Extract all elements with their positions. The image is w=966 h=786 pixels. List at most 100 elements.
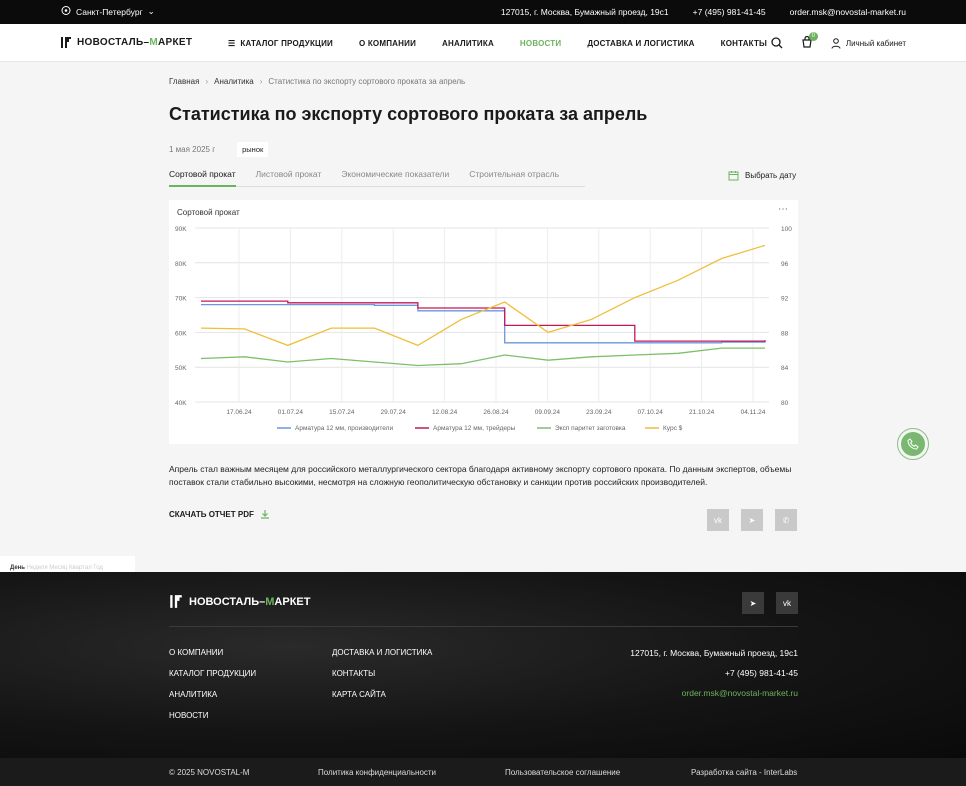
download-pdf-label: СКАЧАТЬ ОТЧЕТ PDF bbox=[169, 509, 254, 519]
callback-button[interactable] bbox=[897, 428, 929, 460]
download-pdf-link[interactable]: СКАЧАТЬ ОТЧЕТ PDF bbox=[169, 509, 270, 519]
city-selector[interactable]: Санкт-Петербург ⌄ bbox=[61, 6, 155, 17]
x-tick-label: 17.06.24 bbox=[226, 409, 252, 416]
article-description: Апрель стал важным месяцем для российско… bbox=[169, 464, 792, 487]
y-right-tick-label: 88 bbox=[781, 330, 789, 337]
location-pin-icon bbox=[61, 6, 71, 15]
privacy-link[interactable]: Политика конфиденциальности bbox=[318, 768, 436, 777]
logo[interactable]: НОВОСТАЛЬ–МАРКЕТ bbox=[60, 36, 192, 49]
legend-label: Арматура 12 мм, трейдеры bbox=[433, 424, 516, 432]
tab-sheet-products[interactable]: Листовой прокат bbox=[256, 169, 322, 186]
telegram-icon[interactable]: ➤ bbox=[742, 592, 764, 614]
account-link[interactable]: Личный кабинет bbox=[831, 37, 906, 49]
legend-label: Арматура 12 мм, производители bbox=[295, 425, 393, 432]
nav-about[interactable]: О КОМПАНИИ bbox=[359, 39, 416, 48]
vk-icon[interactable]: vk bbox=[707, 509, 729, 531]
top-bar: Санкт-Петербург ⌄ 127015, г. Москва, Бум… bbox=[0, 0, 966, 24]
footer-divider bbox=[169, 626, 798, 627]
y-right-tick-label: 84 bbox=[781, 365, 789, 372]
developer-link[interactable]: Разработка сайта - InterLabs bbox=[691, 768, 797, 777]
breadcrumb-current: Статистика по экспорту сортового проката… bbox=[268, 77, 466, 86]
top-address: 127015, г. Москва, Бумажный проезд, 19с1 bbox=[500, 7, 669, 17]
y-left-tick-label: 80K bbox=[175, 261, 187, 268]
footer-menu-2: ДОСТАВКА И ЛОГИСТИКА КОНТАКТЫ КАРТА САЙТ… bbox=[332, 648, 432, 699]
nav-news[interactable]: НОВОСТИ bbox=[520, 39, 561, 48]
logo-text-accent: М bbox=[149, 37, 158, 48]
tab-construction[interactable]: Строительная отрасль bbox=[469, 169, 559, 186]
y-left-tick-label: 70K bbox=[175, 296, 187, 303]
series-line-1 bbox=[201, 300, 766, 342]
cart-count-badge: 0 bbox=[808, 32, 818, 41]
footer-link-analytics[interactable]: АНАЛИТИКА bbox=[169, 690, 256, 699]
top-email[interactable]: order.msk@novostal-market.ru bbox=[790, 7, 906, 17]
search-icon[interactable] bbox=[771, 37, 783, 49]
y-left-tick-label: 90K bbox=[175, 226, 187, 233]
main-header: НОВОСТАЛЬ–МАРКЕТ ☰ КАТАЛОГ ПРОДУКЦИИ О КО… bbox=[0, 24, 966, 62]
logo-mark-icon bbox=[170, 595, 182, 608]
nav-catalog[interactable]: ☰ КАТАЛОГ ПРОДУКЦИИ bbox=[228, 39, 333, 48]
footer-link-sitemap[interactable]: КАРТА САЙТА bbox=[332, 690, 432, 699]
page-title: Статистика по экспорту сортового проката… bbox=[169, 104, 648, 124]
x-tick-label: 23.09.24 bbox=[586, 409, 612, 416]
y-right-tick-label: 100 bbox=[781, 226, 792, 233]
agreement-link[interactable]: Пользовательское соглашение bbox=[505, 768, 620, 777]
legend-label: Курс $ bbox=[663, 425, 683, 432]
nav-contacts[interactable]: КОНТАКТЫ bbox=[721, 39, 767, 48]
x-tick-label: 12.08.24 bbox=[432, 409, 458, 416]
article-tag[interactable]: рынок bbox=[237, 142, 269, 157]
cart-button[interactable]: 0 bbox=[801, 32, 818, 50]
tab-economic-indicators[interactable]: Экономические показатели bbox=[341, 169, 449, 186]
footer-link-about[interactable]: О КОМПАНИИ bbox=[169, 648, 256, 657]
user-icon bbox=[831, 37, 841, 49]
hamburger-icon: ☰ bbox=[228, 39, 236, 48]
top-phone[interactable]: +7 (495) 981-41-45 bbox=[693, 7, 766, 17]
footer-link-delivery[interactable]: ДОСТАВКА И ЛОГИСТИКА bbox=[332, 648, 432, 657]
breadcrumb-home[interactable]: Главная bbox=[169, 77, 199, 86]
y-right-tick-label: 80 bbox=[781, 400, 789, 407]
x-tick-label: 09.09.24 bbox=[535, 409, 561, 416]
nav-analytics[interactable]: АНАЛИТИКА bbox=[442, 39, 494, 48]
breadcrumb-separator: › bbox=[259, 77, 263, 86]
footer-link-catalog[interactable]: КАТАЛОГ ПРОДУКЦИИ bbox=[169, 669, 256, 678]
y-left-tick-label: 40K bbox=[175, 400, 187, 407]
footer-email[interactable]: order.msk@novostal-market.ru bbox=[630, 688, 798, 698]
footer-logo[interactable]: НОВОСТАЛЬ–МАРКЕТ bbox=[169, 594, 310, 609]
period-day[interactable]: День bbox=[10, 565, 25, 571]
chart-tabs: Сортовой прокат Листовой прокат Экономич… bbox=[169, 169, 585, 187]
x-tick-label: 15.07.24 bbox=[329, 409, 355, 416]
whatsapp-icon[interactable]: ✆ bbox=[775, 509, 797, 531]
y-left-tick-label: 60K bbox=[175, 330, 187, 337]
breadcrumb-analytics[interactable]: Аналитика bbox=[214, 77, 254, 86]
vk-icon[interactable]: vk bbox=[776, 592, 798, 614]
x-tick-label: 21.10.24 bbox=[689, 409, 715, 416]
tab-long-products[interactable]: Сортовой прокат bbox=[169, 169, 236, 187]
footer-menu-1: О КОМПАНИИ КАТАЛОГ ПРОДУКЦИИ АНАЛИТИКА Н… bbox=[169, 648, 256, 720]
x-tick-label: 29.07.24 bbox=[381, 409, 407, 416]
city-label: Санкт-Петербург bbox=[76, 6, 143, 17]
footer-logo-text-1: НОВОСТАЛЬ– bbox=[189, 595, 266, 608]
logo-mark-icon bbox=[61, 37, 71, 48]
chart-card: Сортовой прокат ⋯ 40K 50K 60K 70K 80K 90K 80 84… bbox=[169, 200, 798, 444]
footer-phone[interactable]: +7 (495) 981-41-45 bbox=[630, 668, 798, 678]
footer-link-news[interactable]: НОВОСТИ bbox=[169, 711, 256, 720]
footer-link-contacts[interactable]: КОНТАКТЫ bbox=[332, 669, 432, 678]
x-tick-label: 04.11.24 bbox=[741, 409, 766, 416]
nav-delivery[interactable]: ДОСТАВКА И ЛОГИСТИКА bbox=[587, 39, 694, 48]
telegram-icon[interactable]: ➤ bbox=[741, 509, 763, 531]
x-tick-label: 07.10.24 bbox=[638, 409, 664, 416]
breadcrumb: Главная › Аналитика › Статистика по эксп… bbox=[169, 77, 465, 86]
logo-text-2: АРКЕТ bbox=[157, 37, 193, 48]
calendar-icon bbox=[728, 171, 739, 181]
phone-icon bbox=[907, 438, 919, 450]
y-right-tick-label: 96 bbox=[781, 261, 789, 268]
date-picker-label: Выбрать дату bbox=[745, 171, 797, 180]
footer-logo-text-2: АРКЕТ bbox=[274, 595, 311, 608]
account-label: Личный кабинет bbox=[845, 38, 906, 48]
x-tick-label: 01.07.24 bbox=[278, 409, 304, 416]
y-right-tick-label: 92 bbox=[781, 296, 789, 303]
period-others[interactable]: Неделя Месяц Квартал Год bbox=[27, 565, 103, 571]
footer-bottom-bar: © 2025 NOVOSTAL-M Политика конфиденциаль… bbox=[0, 758, 966, 786]
legend-label: Эксп паритет заготовка bbox=[555, 425, 626, 432]
nav-catalog-label: КАТАЛОГ ПРОДУКЦИИ bbox=[240, 39, 333, 48]
date-picker-button[interactable]: Выбрать дату bbox=[728, 170, 796, 181]
